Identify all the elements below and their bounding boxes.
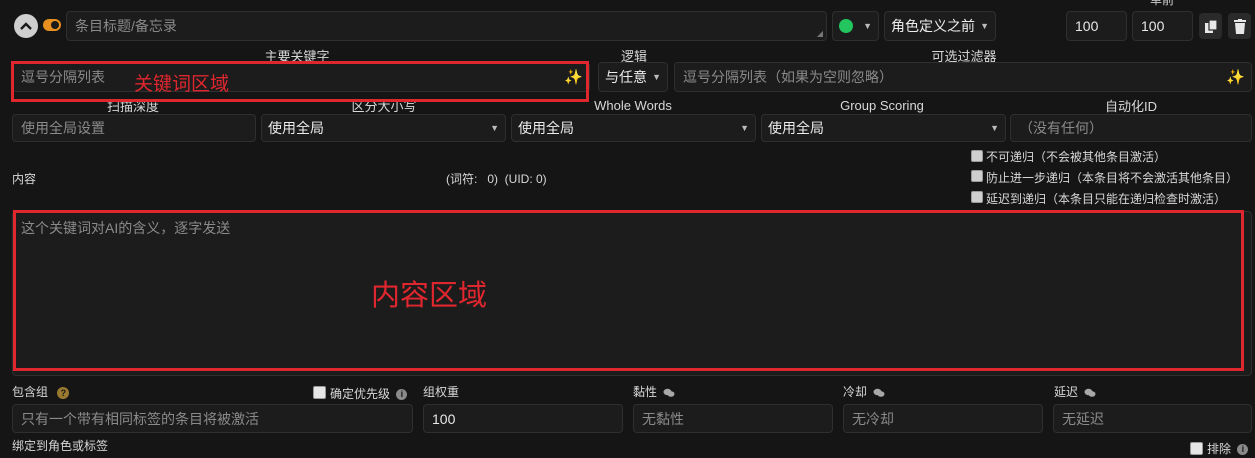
token-count: (词符: 0) (UID: 0) [446, 172, 547, 186]
prioritize-label: 确定优先级 i [330, 385, 408, 402]
copy-icon [1204, 18, 1218, 33]
keyword-region-highlight [11, 61, 589, 102]
position-value: 角色定义之前 [891, 18, 975, 34]
sticky-input[interactable]: 无黏性 [633, 404, 833, 433]
cooldown-label: 冷却 [843, 383, 885, 400]
prevent-recursion-label: 防止进一步递归（本条目将不会激活其他条目） [986, 171, 1239, 185]
order-value: 100 [1075, 18, 1099, 34]
content-label: 内容 [12, 172, 37, 186]
optional-filter-input[interactable]: 逗号分隔列表（如果为空则忽略） ✨ [674, 62, 1252, 92]
chevron-up-icon [20, 22, 32, 30]
delay-recursion-checkbox[interactable] [971, 191, 983, 203]
chat-icon [873, 388, 885, 397]
sticky-text: 黏性 [633, 385, 658, 399]
scan-depth-input[interactable]: 使用全局设置 [12, 114, 256, 142]
group-scoring-select[interactable]: 使用全局 ▼ [761, 114, 1006, 142]
caret-down-icon: ▼ [652, 72, 661, 82]
order-input[interactable]: 100 [1066, 11, 1127, 41]
case-sensitive-select[interactable]: 使用全局 ▼ [261, 114, 506, 142]
entry-enable-toggle[interactable] [43, 19, 61, 31]
duplicate-button[interactable] [1199, 13, 1222, 39]
position-select[interactable]: 角色定义之前 ▼ [884, 11, 996, 41]
prioritize-checkbox[interactable] [313, 386, 326, 399]
inclusion-group-text: 包含组 [12, 385, 49, 399]
toggle-knob [51, 21, 59, 29]
entry-title-input[interactable]: 条目标题/备忘录 ◢ [66, 11, 827, 41]
entry-status-select[interactable]: ▼ [832, 11, 879, 41]
info-icon[interactable]: i [396, 389, 408, 401]
status-dot-icon [839, 19, 853, 33]
caret-down-icon: ▼ [740, 123, 749, 133]
group-weight-label: 组权重 [423, 385, 460, 399]
sticky-placeholder: 无黏性 [642, 410, 684, 427]
trash-icon [1233, 18, 1246, 34]
automation-id-input[interactable]: （没有任何） [1010, 114, 1252, 142]
case-sensitive-value: 使用全局 [268, 120, 324, 136]
scan-depth-placeholder: 使用全局设置 [21, 120, 105, 136]
cooldown-placeholder: 无冷却 [852, 410, 894, 427]
delay-recursion-label: 延迟到递归（本条目只能在递归检查时激活） [986, 192, 1227, 206]
automation-id-placeholder: （没有任何） [1019, 120, 1103, 136]
caret-down-icon: ▼ [990, 123, 999, 133]
content-region-highlight [13, 210, 1244, 371]
non-recursable-label: 不可递归（不会被其他条目激活） [986, 150, 1167, 164]
caret-down-icon: ▼ [980, 21, 989, 31]
sparkle-icon[interactable]: ✨ [1226, 68, 1245, 86]
sticky-label: 黏性 [633, 383, 675, 400]
exclude-checkbox[interactable] [1190, 442, 1203, 455]
prioritize-text: 确定优先级 [330, 387, 391, 401]
collapse-toggle[interactable] [14, 14, 38, 38]
group-scoring-label: Group Scoring [840, 98, 924, 113]
whole-words-value: 使用全局 [518, 120, 574, 136]
help-icon[interactable]: ? [57, 386, 70, 399]
exclude-label: 排除 i [1207, 440, 1249, 457]
delay-input[interactable]: 无延迟 [1053, 404, 1252, 433]
group-weight-value: 100 [432, 410, 456, 427]
whole-words-select[interactable]: 使用全局 ▼ [511, 114, 756, 142]
group-weight-input[interactable]: 100 [423, 404, 623, 433]
inclusion-group-placeholder: 只有一个带有相同标签的条目将被激活 [21, 410, 259, 427]
inclusion-group-input[interactable]: 只有一个带有相同标签的条目将被激活 [12, 404, 413, 433]
chat-icon [1084, 388, 1096, 397]
delay-placeholder: 无延迟 [1062, 410, 1104, 427]
automation-id-label: 自动化ID [1104, 99, 1158, 114]
keyword-region-annotation: 关键词区域 [134, 74, 230, 95]
resize-grip-icon: ◢ [816, 29, 823, 38]
non-recursable-checkbox[interactable] [971, 150, 983, 162]
probability-value: 100 [1141, 18, 1165, 34]
chat-icon [663, 388, 675, 397]
group-scoring-value: 使用全局 [768, 120, 824, 136]
caret-down-icon: ▼ [863, 21, 872, 31]
delay-text: 延迟 [1054, 385, 1079, 399]
exclude-text: 排除 [1207, 442, 1232, 456]
cooldown-text: 冷却 [843, 385, 868, 399]
optional-filter-placeholder: 逗号分隔列表（如果为空则忽略） [683, 69, 893, 85]
probability-input[interactable]: 100 [1132, 11, 1193, 41]
whole-words-label: Whole Words [594, 98, 672, 113]
content-region-annotation: 内容区域 [371, 280, 488, 312]
logic-select[interactable]: 与任意 ▼ [598, 62, 668, 92]
cooldown-input[interactable]: 无冷却 [843, 404, 1043, 433]
entry-title-placeholder: 条目标题/备忘录 [75, 18, 177, 34]
caret-down-icon: ▼ [490, 123, 499, 133]
delete-button[interactable] [1228, 13, 1251, 39]
prevent-recursion-checkbox[interactable] [971, 170, 983, 182]
bind-character-label: 绑定到角色或标签 [12, 439, 109, 453]
logic-value: 与任意 [605, 69, 647, 85]
delay-label: 延迟 [1054, 383, 1096, 400]
inclusion-group-label: 包含组 ? [12, 383, 70, 400]
info-icon[interactable]: i [1237, 444, 1249, 456]
probability-label: 单前 [1150, 0, 1175, 7]
